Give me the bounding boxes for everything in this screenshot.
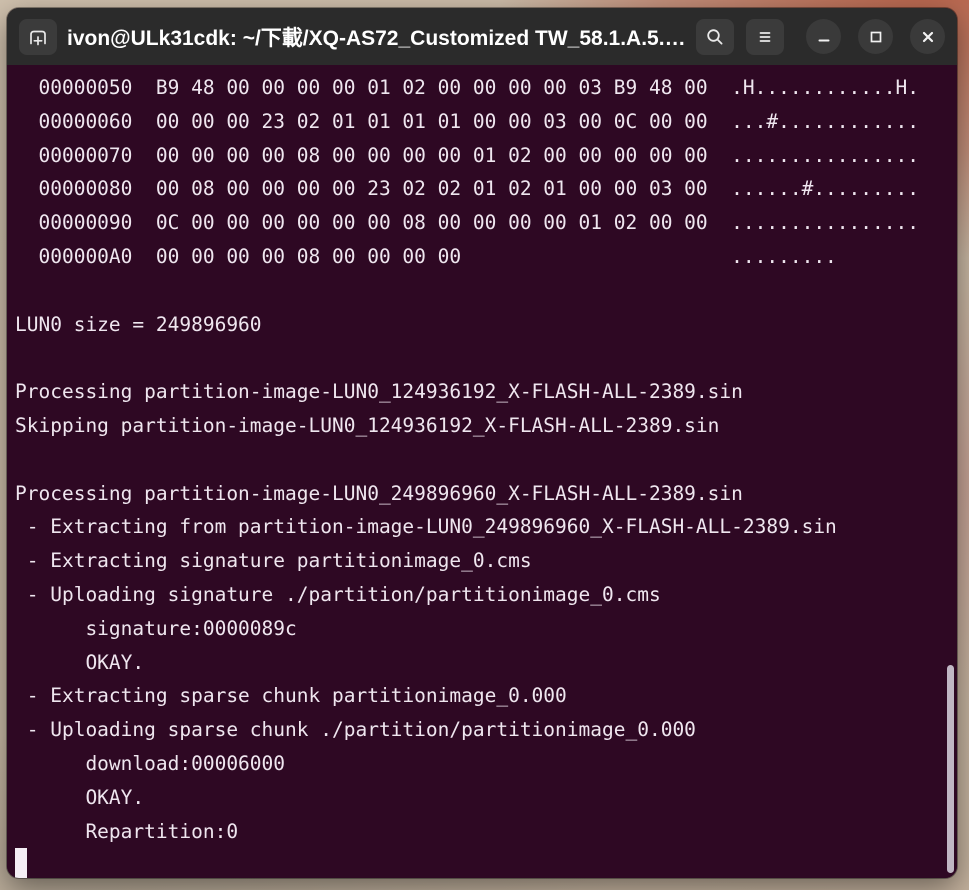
scrollbar-thumb[interactable] <box>947 665 954 873</box>
menu-button[interactable] <box>746 19 784 55</box>
terminal-block-cursor <box>15 848 27 878</box>
hamburger-menu-icon <box>753 25 777 49</box>
minimize-button[interactable] <box>806 19 841 54</box>
new-tab-icon <box>26 25 50 49</box>
terminal-output: 00000050 B9 48 00 00 00 00 01 02 00 00 0… <box>7 65 957 848</box>
search-icon <box>703 25 727 49</box>
terminal-screen[interactable]: 00000050 B9 48 00 00 00 00 01 02 00 00 0… <box>7 65 957 878</box>
new-tab-button[interactable] <box>19 19 57 55</box>
maximize-icon <box>864 25 888 49</box>
desktop: { "window": { "title": "ivon@ULk31cdk: ~… <box>0 0 969 890</box>
maximize-button[interactable] <box>858 19 893 54</box>
window-title: ivon@ULk31cdk: ~/下載/XQ-AS72_Customized T… <box>57 22 696 52</box>
terminal-window: ivon@ULk31cdk: ~/下載/XQ-AS72_Customized T… <box>7 8 957 878</box>
titlebar[interactable]: ivon@ULk31cdk: ~/下載/XQ-AS72_Customized T… <box>7 8 957 65</box>
search-button[interactable] <box>696 19 734 55</box>
close-button[interactable] <box>910 19 945 54</box>
close-icon <box>916 25 940 49</box>
minimize-icon <box>812 25 836 49</box>
